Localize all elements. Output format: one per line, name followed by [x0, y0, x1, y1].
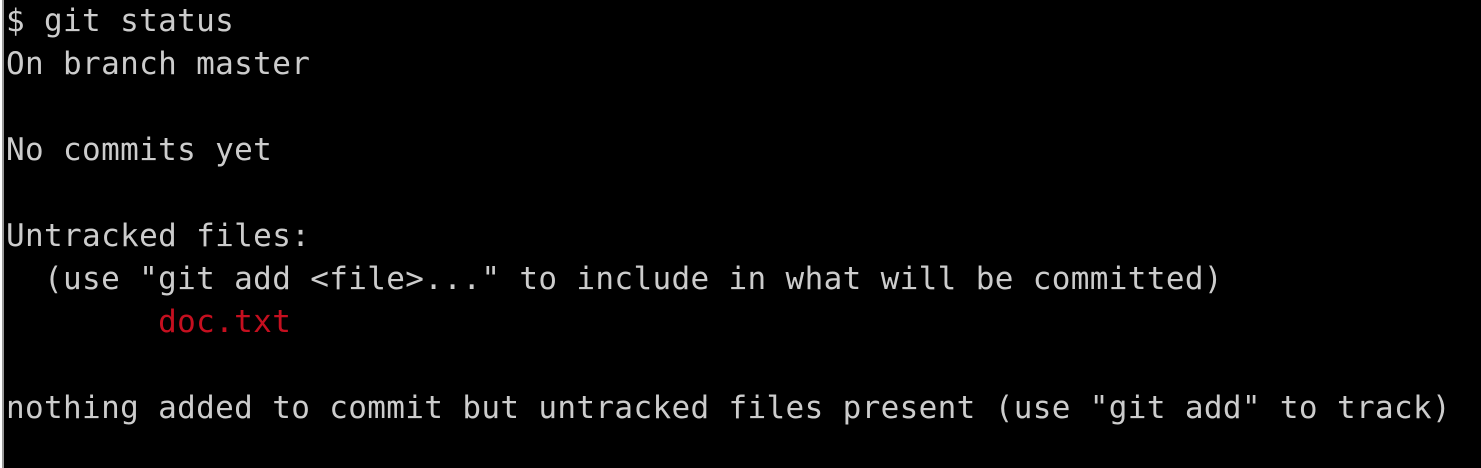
untracked-file: doc.txt: [6, 304, 292, 340]
commit-status: No commits yet: [6, 132, 273, 168]
command-line: $ git status: [6, 3, 235, 39]
branch-status: On branch master: [6, 46, 311, 82]
terminal-window[interactable]: $ git status On branch master No commits…: [2, 0, 1481, 468]
terminal-output[interactable]: $ git status On branch master No commits…: [6, 0, 1481, 468]
git-add-hint: (use "git add <file>..." to include in w…: [6, 261, 1223, 297]
summary-line: nothing added to commit but untracked fi…: [6, 390, 1452, 426]
untracked-header: Untracked files:: [6, 218, 311, 254]
